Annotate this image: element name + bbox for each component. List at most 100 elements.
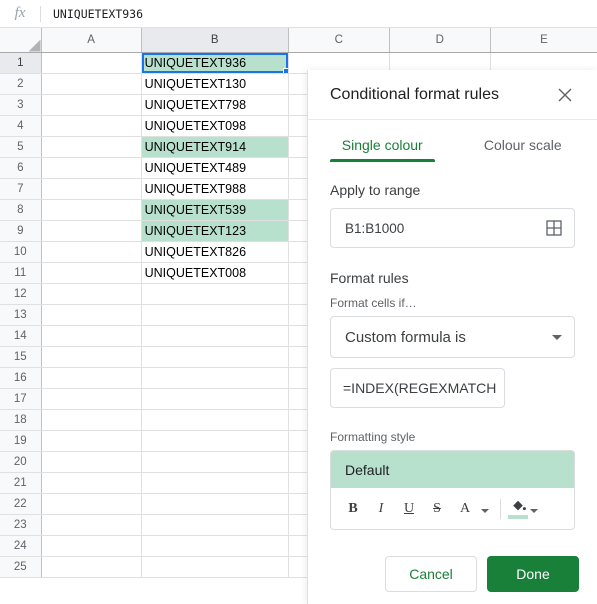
cell-A8[interactable] [41,199,142,221]
row-header-2[interactable]: 2 [0,73,42,95]
cell-A4[interactable] [41,115,142,137]
cell-A18[interactable] [41,409,142,431]
row-header-13[interactable]: 13 [0,304,42,326]
cell-A12[interactable] [41,283,142,305]
row-header-3[interactable]: 3 [0,94,42,116]
cell-A14[interactable] [41,325,142,347]
fill-colour-button[interactable] [508,498,528,519]
cell-B18[interactable] [141,409,289,431]
row-header-6[interactable]: 6 [0,157,42,179]
cell-A19[interactable] [41,430,142,452]
cell-B17[interactable] [141,388,289,410]
column-header-e[interactable]: E [490,28,597,53]
row-header-19[interactable]: 19 [0,430,42,452]
cell-B14[interactable] [141,325,289,347]
row-header-11[interactable]: 11 [0,262,42,284]
row-header-7[interactable]: 7 [0,178,42,200]
cell-B13[interactable] [141,304,289,326]
row-header-25[interactable]: 25 [0,556,42,578]
cell-B3[interactable]: UNIQUETEXT798 [141,94,289,116]
column-header-b[interactable]: B [141,28,289,53]
cell-B10[interactable]: UNIQUETEXT826 [141,241,289,263]
apply-to-range-field[interactable] [330,208,575,248]
cell-B7[interactable]: UNIQUETEXT988 [141,178,289,200]
row-header-4[interactable]: 4 [0,115,42,137]
cell-B21[interactable] [141,472,289,494]
row-header-20[interactable]: 20 [0,451,42,473]
row-header-18[interactable]: 18 [0,409,42,431]
bold-button[interactable]: B [339,495,367,523]
cell-A2[interactable] [41,73,142,95]
text-colour-chevron-down-icon[interactable] [481,508,489,513]
italic-button[interactable]: I [367,495,395,523]
fill-colour-chevron-down-icon[interactable] [530,508,538,513]
formula-bar-input[interactable] [53,0,597,27]
cell-A1[interactable] [41,52,142,74]
cell-B12[interactable] [141,283,289,305]
cell-B8[interactable]: UNIQUETEXT539 [141,199,289,221]
cell-A15[interactable] [41,346,142,368]
underline-button[interactable]: U [395,495,423,523]
done-button[interactable]: Done [487,556,579,592]
close-icon[interactable] [551,81,579,109]
text-colour-button[interactable]: A [451,495,479,523]
cell-A22[interactable] [41,493,142,515]
range-select-icon[interactable] [544,218,564,238]
cell-B15[interactable] [141,346,289,368]
row-header-17[interactable]: 17 [0,388,42,410]
row-header-23[interactable]: 23 [0,514,42,536]
cell-A13[interactable] [41,304,142,326]
tab-single-colour[interactable]: Single colour [312,120,453,162]
row-header-14[interactable]: 14 [0,325,42,347]
row-header-5[interactable]: 5 [0,136,42,158]
row-header-21[interactable]: 21 [0,472,42,494]
cell-B24[interactable] [141,535,289,557]
cell-A7[interactable] [41,178,142,200]
cell-B5[interactable]: UNIQUETEXT914 [141,136,289,158]
tab-colour-scale[interactable]: Colour scale [453,120,594,162]
row-header-1[interactable]: 1 [0,52,42,74]
row-header-15[interactable]: 15 [0,346,42,368]
row-header-10[interactable]: 10 [0,241,42,263]
cell-B22[interactable] [141,493,289,515]
cell-B19[interactable] [141,430,289,452]
cell-A24[interactable] [41,535,142,557]
range-input[interactable] [343,219,544,237]
cell-A16[interactable] [41,367,142,389]
column-header-d[interactable]: D [389,28,491,53]
cancel-button[interactable]: Cancel [385,556,477,592]
row-header-9[interactable]: 9 [0,220,42,242]
cell-A23[interactable] [41,514,142,536]
cell-A10[interactable] [41,241,142,263]
cell-B11[interactable]: UNIQUETEXT008 [141,262,289,284]
cell-A20[interactable] [41,451,142,473]
cell-A6[interactable] [41,157,142,179]
cell-A17[interactable] [41,388,142,410]
strikethrough-button[interactable]: S [423,495,451,523]
cell-B1[interactable]: UNIQUETEXT936 [141,52,289,74]
cell-B16[interactable] [141,367,289,389]
cell-B6[interactable]: UNIQUETEXT489 [141,157,289,179]
cell-A25[interactable] [41,556,142,578]
select-all-corner[interactable] [0,28,42,53]
cell-B23[interactable] [141,514,289,536]
cell-B20[interactable] [141,451,289,473]
column-header-a[interactable]: A [41,28,142,53]
custom-formula-field[interactable] [330,368,505,408]
cell-A5[interactable] [41,136,142,158]
cell-A11[interactable] [41,262,142,284]
custom-formula-input[interactable] [341,379,498,397]
style-preview[interactable]: Default [330,450,575,488]
row-header-8[interactable]: 8 [0,199,42,221]
row-header-16[interactable]: 16 [0,367,42,389]
row-header-24[interactable]: 24 [0,535,42,557]
column-header-c[interactable]: C [288,28,390,53]
condition-type-select[interactable]: Custom formula is [330,316,575,358]
cell-B2[interactable]: UNIQUETEXT130 [141,73,289,95]
cell-A3[interactable] [41,94,142,116]
cell-B25[interactable] [141,556,289,578]
cell-A9[interactable] [41,220,142,242]
row-header-12[interactable]: 12 [0,283,42,305]
cell-B4[interactable]: UNIQUETEXT098 [141,115,289,137]
cell-B9[interactable]: UNIQUETEXT123 [141,220,289,242]
